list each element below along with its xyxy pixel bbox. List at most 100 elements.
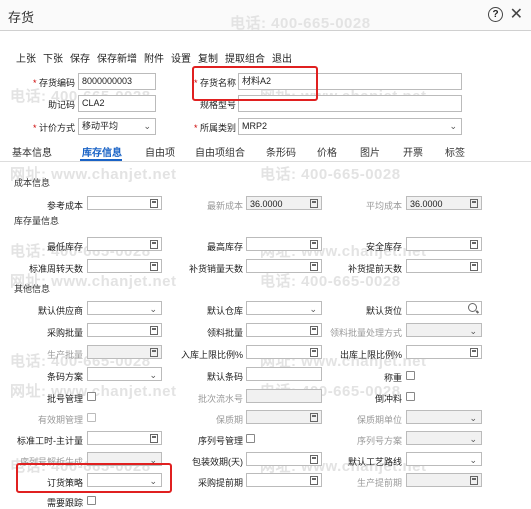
next-button[interactable]: 下张: [43, 50, 63, 65]
tab-free-items[interactable]: 自由项: [145, 144, 175, 159]
settings-button[interactable]: 设置: [171, 50, 191, 65]
tab-free-item-combo[interactable]: 自由项组合: [195, 144, 245, 159]
prod-batch-label: 生产批量: [46, 350, 83, 360]
calculator-icon[interactable]: [150, 326, 158, 335]
window-title: 存货: [8, 10, 35, 25]
exit-button[interactable]: 退出: [272, 50, 292, 65]
location-input[interactable]: [406, 301, 482, 315]
calculator-icon[interactable]: [310, 476, 318, 485]
valuation-select[interactable]: 移动平均 ⌄: [78, 118, 156, 135]
close-icon[interactable]: ✕: [510, 4, 523, 24]
calculator-icon[interactable]: [470, 240, 478, 249]
mnemonic-label: 助记码: [47, 100, 75, 110]
pack-days-input[interactable]: [246, 452, 322, 466]
name-input[interactable]: 材料A2: [238, 73, 462, 90]
attachment-button[interactable]: 附件: [144, 50, 164, 65]
backflush-checkbox[interactable]: [406, 392, 415, 401]
shelf-life-input: [246, 410, 322, 424]
calculator-icon[interactable]: [470, 348, 478, 357]
section-other: 其他信息: [14, 284, 51, 294]
inbound-ratio-input[interactable]: [246, 345, 322, 359]
serial-parse-select: ⌄: [87, 452, 162, 466]
supplier-label: 默认供应商: [37, 306, 83, 316]
safe-stock-input[interactable]: [406, 237, 482, 251]
copy-button[interactable]: 复制: [198, 50, 218, 65]
supplier-select[interactable]: ⌄: [87, 301, 162, 315]
calculator-icon[interactable]: [150, 262, 158, 271]
tab-invoice[interactable]: 开票: [403, 144, 423, 159]
calculator-icon[interactable]: [310, 240, 318, 249]
calculator-icon[interactable]: [310, 326, 318, 335]
search-icon[interactable]: [468, 303, 477, 312]
calculator-icon[interactable]: [150, 434, 158, 443]
tab-image[interactable]: 图片: [360, 144, 380, 159]
title-bar: 存货 ? ✕: [0, 0, 531, 31]
chevron-down-icon: ⌄: [143, 121, 151, 131]
shelf-unit-label: 保质期单位: [356, 415, 402, 425]
tab-labels[interactable]: 标签: [445, 144, 465, 159]
default-barcode-input[interactable]: [246, 367, 322, 381]
default-barcode-label: 默认条码: [206, 372, 243, 382]
outbound-ratio-input[interactable]: [406, 345, 482, 359]
ref-cost-input[interactable]: [87, 196, 162, 210]
issue-batch-input[interactable]: [246, 323, 322, 337]
replenish-lead-input[interactable]: [406, 259, 482, 273]
section-stock: 库存量信息: [14, 216, 60, 226]
save-button[interactable]: 保存: [70, 50, 90, 65]
spec-input[interactable]: [238, 95, 462, 112]
chevron-down-icon: ⌄: [149, 370, 157, 380]
batch-mgmt-checkbox[interactable]: [87, 392, 96, 401]
barcode-scheme-select[interactable]: ⌄: [87, 367, 162, 381]
tab-stock-info[interactable]: 库存信息: [82, 144, 122, 159]
std-hours-input[interactable]: [87, 431, 162, 445]
valuation-label: * 计价方式: [32, 123, 75, 133]
calculator-icon[interactable]: [150, 199, 158, 208]
barcode-scheme-label: 条码方案: [46, 372, 83, 382]
serial-mgmt-checkbox[interactable]: [246, 434, 255, 443]
route-select[interactable]: ⌄: [406, 452, 482, 466]
expiry-mgmt-checkbox: [87, 413, 96, 422]
batch-mgmt-label: 批号管理: [46, 394, 83, 404]
outbound-ratio-label: 出库上限比例%: [339, 350, 402, 360]
safe-stock-label: 安全库存: [365, 242, 402, 252]
issue-method-select: ⌄: [406, 323, 482, 337]
warehouse-select[interactable]: ⌄: [246, 301, 322, 315]
min-stock-input[interactable]: [87, 237, 162, 251]
replenish-lead-label: 补货提前天数: [347, 264, 402, 274]
calculator-icon[interactable]: [310, 262, 318, 271]
calculator-icon: [150, 348, 158, 357]
save-new-button[interactable]: 保存新增: [97, 50, 137, 65]
calculator-icon[interactable]: [310, 348, 318, 357]
issue-batch-label: 领料批量: [206, 328, 243, 338]
tab-basic-info[interactable]: 基本信息: [12, 144, 52, 159]
help-icon[interactable]: ?: [488, 7, 503, 22]
category-select[interactable]: MRP2 ⌄: [238, 118, 462, 135]
prev-button[interactable]: 上张: [16, 50, 36, 65]
order-strategy-select[interactable]: ⌄: [87, 473, 162, 487]
calculator-icon[interactable]: [470, 262, 478, 271]
calculator-icon[interactable]: [150, 240, 158, 249]
replenish-days-input[interactable]: [246, 259, 322, 273]
extract-combo-button[interactable]: 提取组合: [225, 50, 265, 65]
chevron-down-icon: ⌄: [149, 455, 157, 465]
demand-trace-checkbox[interactable]: [87, 496, 96, 505]
tab-price[interactable]: 价格: [317, 144, 337, 159]
turnover-days-input[interactable]: [87, 259, 162, 273]
purchase-batch-input[interactable]: [87, 323, 162, 337]
replenish-days-label: 补货销量天数: [188, 264, 243, 274]
max-stock-label: 最高库存: [206, 242, 243, 252]
purchase-lead-input[interactable]: [246, 473, 322, 487]
prod-batch-input: [87, 345, 162, 359]
issue-method-label: 领料批量处理方式: [329, 328, 402, 338]
calculator-icon[interactable]: [310, 455, 318, 464]
mnemonic-input[interactable]: CLA2: [78, 95, 156, 112]
prod-lead-input: [406, 473, 482, 487]
code-input[interactable]: 8000000003: [78, 73, 156, 90]
weigh-checkbox[interactable]: [406, 371, 415, 380]
warehouse-label: 默认仓库: [206, 306, 243, 316]
tab-barcode[interactable]: 条形码: [266, 144, 296, 159]
calculator-icon: [310, 199, 318, 208]
max-stock-input[interactable]: [246, 237, 322, 251]
latest-cost-label: 最新成本: [206, 201, 243, 211]
chevron-down-icon: ⌄: [449, 121, 457, 131]
